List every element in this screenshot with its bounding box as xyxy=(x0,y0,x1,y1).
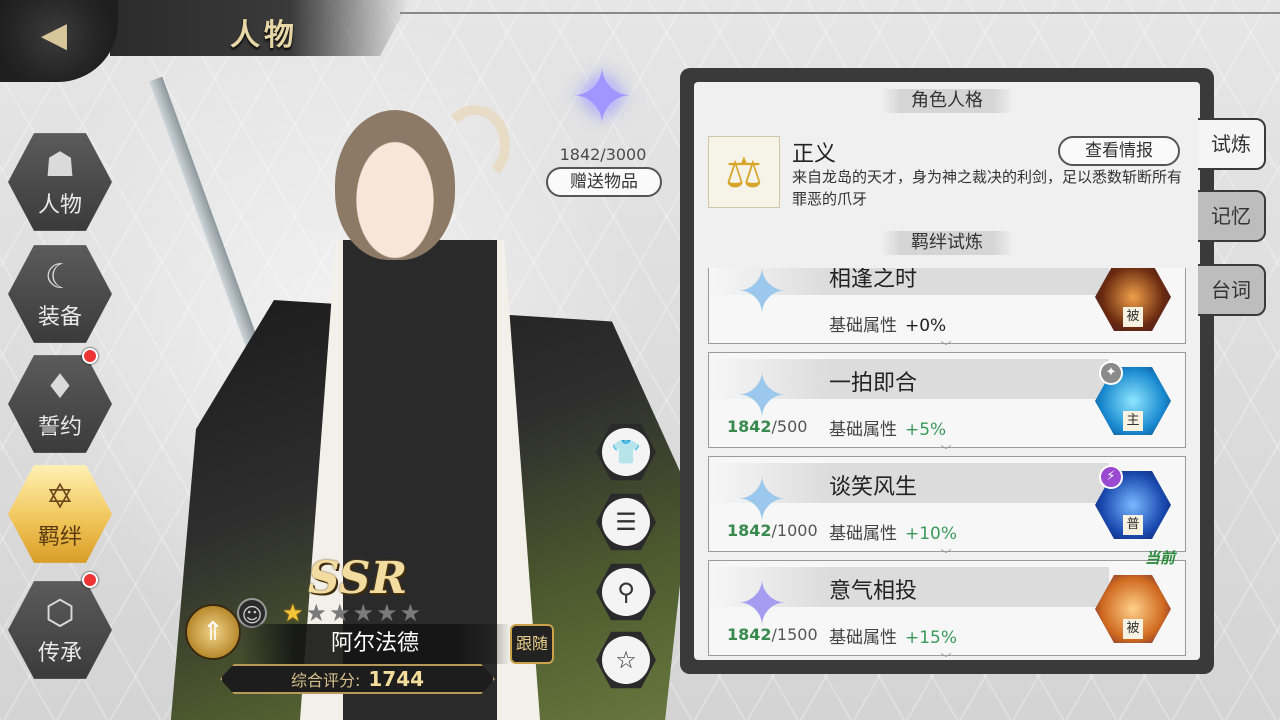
head-art xyxy=(335,110,455,260)
attr-label: 基础属性 xyxy=(829,420,897,440)
skill-tag: 被 xyxy=(1123,619,1143,639)
bond-progress: 1842/1000 xyxy=(727,521,818,540)
bond-attr: 基础属性 +10% xyxy=(829,519,957,544)
sword-art xyxy=(149,76,265,364)
oath-icon: ♦ xyxy=(44,367,76,407)
star-filled-icon: ★ xyxy=(282,599,304,627)
chevron-down-icon: ﹀ xyxy=(940,340,952,353)
gift-star-icon: ✦ xyxy=(570,52,634,141)
star-empty-icon: ★ xyxy=(352,599,375,627)
skill-hex-icon[interactable]: 被 xyxy=(1095,268,1171,331)
skill-tag: 普 xyxy=(1123,515,1143,535)
top-divider xyxy=(400,12,1280,14)
view-info-button[interactable]: 查看情报 xyxy=(1058,136,1180,166)
chevron-down-icon: ﹀ xyxy=(940,548,952,561)
bond-icon: ✡ xyxy=(45,477,75,517)
tab-memory[interactable]: 记忆 xyxy=(1198,190,1266,242)
progress-total: /1000 xyxy=(771,521,818,540)
nav-label: 誓约 xyxy=(37,415,82,440)
bond-item[interactable]: ✦ 意气相投 1842/1500 基础属性 +15% 被 当前 ﹀ xyxy=(708,549,1186,660)
star-empty-icon: ★ xyxy=(329,599,351,627)
id-card-icon: ☰ xyxy=(602,498,650,546)
bond-item[interactable]: ✦ 一拍即合 1842/500 基础属性 +5% 主 ✦ ﹀ xyxy=(708,352,1186,456)
nav-label: 人物 xyxy=(37,193,82,218)
score-value: 1744 xyxy=(368,667,425,691)
tab-lines[interactable]: 台词 xyxy=(1198,264,1266,316)
score-bar: 综合评分: 1744 xyxy=(220,664,495,694)
notification-dot xyxy=(82,348,98,364)
magnifier-icon: ⚲ xyxy=(602,568,650,616)
nav-label: 羁绊 xyxy=(37,525,82,550)
rarity-label: SSR xyxy=(308,553,408,604)
progress-total: /1500 xyxy=(771,625,818,644)
star-outline-icon: ☆ xyxy=(602,636,650,684)
skill-tag: 主 xyxy=(1123,411,1143,431)
persona-description: 来自龙岛的天才，身为神之裁决的利剑，足以悉数斩断所有罪恶的爪牙 xyxy=(792,168,1183,208)
bond-attr: 基础属性 +0% xyxy=(829,311,946,336)
nav-label: 传承 xyxy=(37,641,82,666)
persona-name: 正义 xyxy=(792,142,837,167)
notification-dot xyxy=(82,572,98,588)
bond-attr: 基础属性 +15% xyxy=(829,623,957,648)
bond-header: 羁绊试炼 xyxy=(694,230,1200,256)
follow-button[interactable]: 跟随 xyxy=(510,624,554,664)
bond-panel-inner: 角色人格 ⚖ 正义 查看情报 来自龙岛的天才，身为神之裁决的利剑，足以悉数斩断所… xyxy=(694,82,1200,660)
bond-progress: 1842/1500 xyxy=(727,625,818,644)
bond-list[interactable]: ✦ 相逢之时 基础属性 +0% 被 ﹀ ✦ 一拍即合 1842/500 基础属性… xyxy=(708,268,1186,660)
bond-title: 谈笑风生 xyxy=(829,475,918,500)
attr-bonus: +5% xyxy=(905,420,947,440)
progress-current: 1842 xyxy=(727,521,772,540)
star-empty-icon: ★ xyxy=(376,599,398,627)
bond-star-icon: ✦ xyxy=(736,268,788,328)
gift-button[interactable]: 赠送物品 xyxy=(546,167,662,197)
chevron-down-icon: ﹀ xyxy=(940,652,952,660)
star-rating: ★ ★ ★ ★ ★ ★ xyxy=(282,600,421,626)
scales-icon: ⚖ xyxy=(708,136,780,208)
class-emblem-icon: ⇑ xyxy=(185,604,241,660)
bond-header-label: 羁绊试炼 xyxy=(881,231,1013,255)
equipment-icon: ☾ xyxy=(44,257,76,297)
horn-art xyxy=(440,105,510,185)
persona-header: 角色人格 xyxy=(694,88,1200,114)
attr-label: 基础属性 xyxy=(829,524,897,544)
current-label: 当前 xyxy=(1145,549,1176,567)
legacy-icon: ⬡ xyxy=(45,593,75,633)
gift-count: 1842/3000 xyxy=(559,145,647,164)
attr-label: 基础属性 xyxy=(829,316,897,336)
tab-trial[interactable]: 试炼 xyxy=(1198,118,1266,170)
persona-header-label: 角色人格 xyxy=(881,89,1013,113)
bond-attr: 基础属性 +5% xyxy=(829,415,946,440)
progress-current: 1842 xyxy=(727,625,772,644)
page-title: 人物 xyxy=(230,18,298,53)
progress-total: /500 xyxy=(771,417,808,436)
nav-label: 装备 xyxy=(37,305,82,330)
star-empty-icon: ★ xyxy=(399,599,422,627)
attr-bonus: +10% xyxy=(905,524,958,544)
shirt-icon: 👕 xyxy=(602,428,650,476)
bond-progress: 1842/500 xyxy=(727,417,807,436)
star-empty-icon: ★ xyxy=(305,599,328,627)
skill-tag: 被 xyxy=(1123,307,1143,327)
progress-current: 1842 xyxy=(727,417,772,436)
chevron-down-icon: ﹀ xyxy=(940,444,952,457)
skill-type-badge-icon: ⚡ xyxy=(1099,465,1123,489)
skill-type-badge-icon: ✦ xyxy=(1099,361,1123,385)
character-icon: ☗ xyxy=(44,145,76,185)
score-label: 综合评分: xyxy=(290,671,361,690)
bond-title: 意气相投 xyxy=(829,579,918,604)
bond-title: 一拍即合 xyxy=(829,371,918,396)
attr-bonus: +0% xyxy=(905,316,947,336)
attr-label: 基础属性 xyxy=(829,628,897,648)
bond-title: 相逢之时 xyxy=(829,268,918,292)
bond-item[interactable]: ✦ 谈笑风生 1842/1000 基础属性 +10% 普 ⚡ ﹀ xyxy=(708,456,1186,560)
bond-item[interactable]: ✦ 相逢之时 基础属性 +0% 被 ﹀ xyxy=(708,268,1186,352)
character-name: 阿尔法德 xyxy=(240,624,510,664)
back-arrow-icon: ◀ xyxy=(40,15,68,55)
attr-bonus: +15% xyxy=(905,628,958,648)
bond-panel: 角色人格 ⚖ 正义 查看情报 来自龙岛的天才，身为神之裁决的利剑，足以悉数斩断所… xyxy=(680,68,1214,674)
